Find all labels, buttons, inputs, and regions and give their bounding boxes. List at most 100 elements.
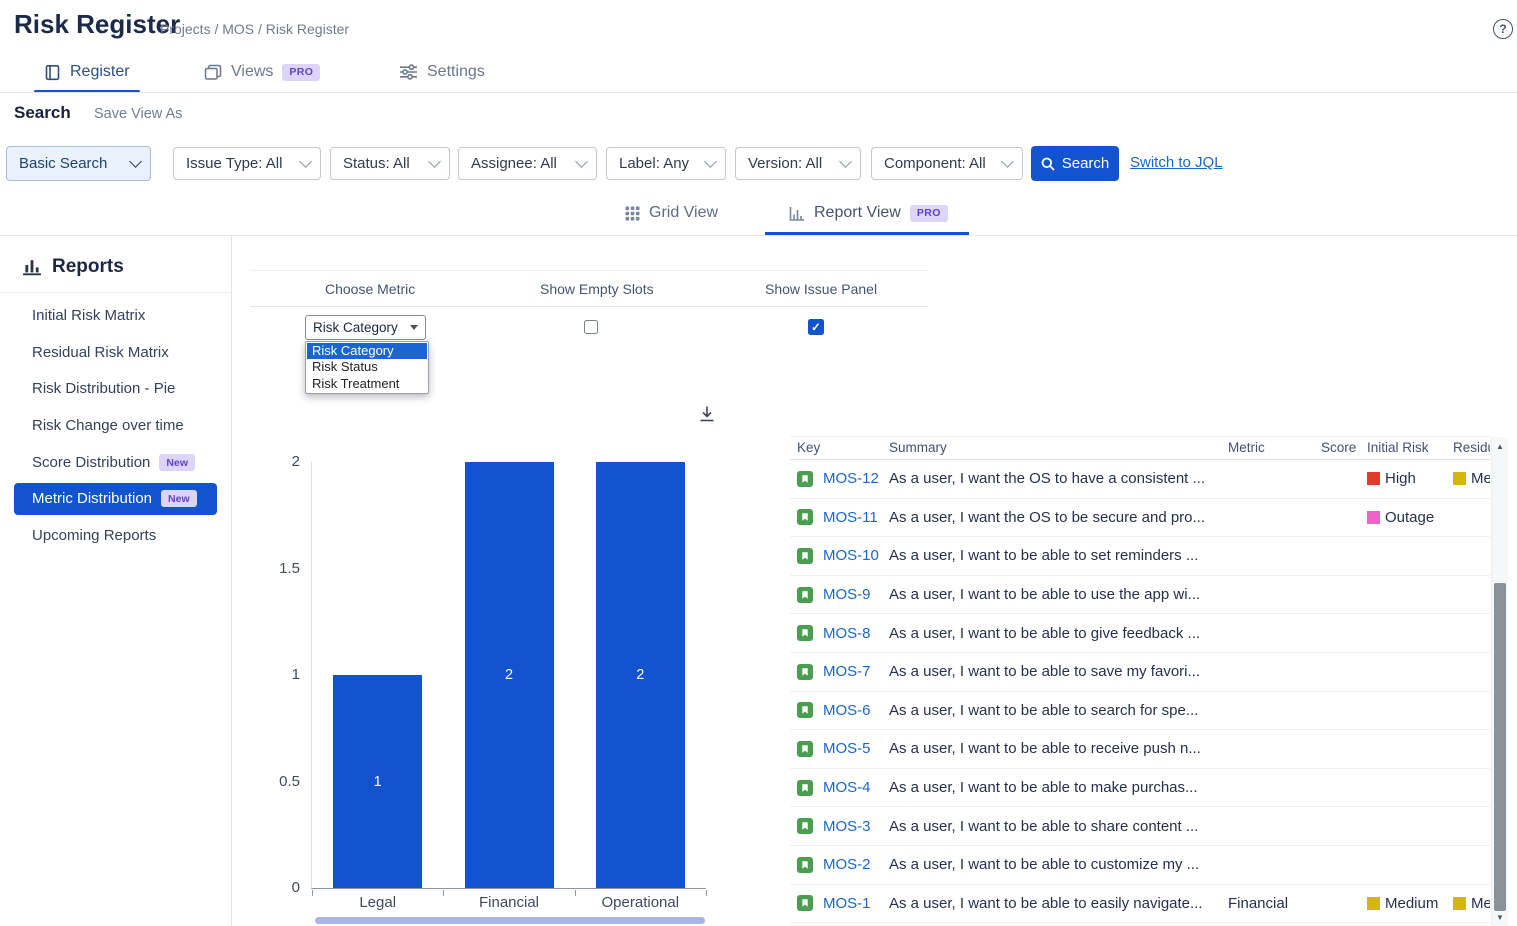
tab-label: Report View [814,204,901,222]
table-row[interactable]: MOS-11As a user, I want the OS to be sec… [790,499,1490,538]
reports-sidebar: Reports Initial Risk Matrix Residual Ris… [0,236,232,926]
issue-key-link[interactable]: MOS-11 [823,509,878,526]
issue-key-link[interactable]: MOS-7 [823,663,871,680]
switch-to-jql-link[interactable]: Switch to JQL [1130,154,1223,171]
filter-assignee[interactable]: Assignee: All [458,147,597,180]
bar-value-label: 2 [505,667,513,683]
controls-top-border [250,270,928,271]
basic-search-dropdown[interactable]: Basic Search [6,146,151,181]
tab-grid-view[interactable]: Grid View [625,195,718,231]
filter-version[interactable]: Version: All [735,147,861,180]
search-section-label: Search [14,103,71,123]
table-row[interactable]: MOS-9As a user, I want to be able to use… [790,576,1490,615]
sidebar-item-residual-risk-matrix[interactable]: Residual Risk Matrix [0,334,231,371]
show-issue-panel-checkbox[interactable] [808,319,824,335]
risk-level-label: High [1385,470,1416,487]
download-chart-button[interactable] [697,404,717,424]
table-row[interactable]: MOS-2 As a user, I want to be able to cus… [790,846,1490,885]
scrollbar-thumb[interactable] [1494,583,1506,911]
sidebar-item-risk-change-over-time[interactable]: Risk Change over time [0,407,231,444]
table-row[interactable]: MOS-1As a user, I want to be able to eas… [790,885,1490,924]
table-row[interactable]: MOS-5 As a user, I want to be able to rec… [790,730,1490,769]
issue-summary: As a user, I want to be able to customiz… [889,846,1224,884]
table-row[interactable]: MOS-3 As a user, I want to be able to sha… [790,807,1490,846]
filter-label-any[interactable]: Label: Any [606,147,726,180]
tab-label: Register [70,63,130,81]
sidebar-item-upcoming-reports[interactable]: Upcoming Reports [0,517,231,554]
option-risk-status[interactable]: Risk Status [307,359,427,375]
settings-sliders-icon [399,64,418,80]
sidebar-item-score-distribution[interactable]: Score DistributionNew [0,444,231,481]
risk-color-square [1367,511,1380,524]
bar-legal: 1 [333,675,422,888]
option-risk-treatment[interactable]: Risk Treatment [307,376,427,392]
issue-summary: As a user, I want to be able to make pur… [889,769,1224,807]
issue-key-link[interactable]: MOS-10 [823,547,879,564]
option-risk-category[interactable]: Risk Category [307,343,427,359]
issue-key-link[interactable]: MOS-6 [823,702,871,719]
metric-select[interactable]: Risk Category [305,315,426,340]
filter-issue-type[interactable]: Issue Type: All [173,147,321,180]
show-empty-slots-checkbox[interactable] [584,320,598,334]
risk-color-square [1453,472,1466,485]
sidebar-item-label: Residual Risk Matrix [32,344,169,361]
key-cell: MOS-11 [797,499,878,537]
issue-summary: As a user, I want to be able to share co… [889,807,1224,845]
sidebar-item-label: Score Distribution [32,454,150,471]
tab-settings[interactable]: Settings [399,54,485,90]
sidebar-item-metric-distribution[interactable]: Metric DistributionNew [14,483,217,515]
story-icon [797,625,813,641]
header-divider [0,92,1517,93]
issue-key-link[interactable]: MOS-5 [823,740,871,757]
issue-key-link[interactable]: MOS-12 [823,470,879,487]
issue-key-link[interactable]: MOS-4 [823,779,871,796]
filter-status[interactable]: Status: All [330,147,450,180]
tab-register[interactable]: Register [44,54,130,90]
x-axis-tick [443,890,444,896]
risk-color-square [1453,897,1466,910]
chart-horizontal-scrollbar[interactable] [315,917,705,924]
metric-select-value: Risk Category [313,320,398,335]
table-vertical-scrollbar[interactable]: ▲ ▼ [1491,437,1508,926]
search-button[interactable]: Search [1031,146,1119,181]
sidebar-item-initial-risk-matrix[interactable]: Initial Risk Matrix [0,297,231,334]
column-header-key: Key [797,437,820,459]
table-row[interactable]: MOS-7As a user, I want to be able to sav… [790,653,1490,692]
help-icon[interactable]: ? [1493,19,1513,39]
issue-key-link[interactable]: MOS-1 [823,895,871,912]
x-axis-label: Legal [312,894,443,911]
issue-key-link[interactable]: MOS-2 [823,856,871,873]
select-arrow-icon [410,325,418,330]
bar-value-label: 1 [374,774,382,790]
issue-rows: MOS-12As a user, I want the OS to have a… [790,460,1490,923]
save-view-as-link[interactable]: Save View As [94,106,182,122]
filter-component[interactable]: Component: All [871,147,1023,180]
chevron-down-icon [1001,155,1014,168]
new-badge: New [161,490,197,507]
pro-badge: PRO [282,64,320,81]
key-cell: MOS-3 [797,807,871,845]
table-row[interactable]: MOS-4 As a user, I want to be able to mak… [790,769,1490,808]
issue-key-link[interactable]: MOS-8 [823,625,871,642]
scroll-down-arrow[interactable]: ▼ [1492,909,1508,925]
table-row[interactable]: MOS-6As a user, I want to be able to sea… [790,692,1490,731]
story-icon [797,780,813,796]
story-icon [797,702,813,718]
breadcrumb[interactable]: Projects / MOS / Risk Register [160,21,349,37]
table-row[interactable]: MOS-8As a user, I want to be able to giv… [790,614,1490,653]
issue-key-link[interactable]: MOS-3 [823,818,871,835]
filter-label: Version: All [748,155,822,172]
table-row[interactable]: MOS-12As a user, I want the OS to have a… [790,460,1490,499]
table-row[interactable]: MOS-10As a user, I want to be able to se… [790,537,1490,576]
story-icon [797,471,813,487]
tab-views[interactable]: Views PRO [204,54,320,90]
issue-summary: As a user, I want to be able to receive … [889,730,1224,768]
key-cell: MOS-12 [797,460,879,498]
tab-label: Views [231,63,273,81]
issue-key-link[interactable]: MOS-9 [823,586,871,603]
table-row[interactable]: MOS-13As a user, I want the OS to run sm… [790,425,1490,437]
story-icon [797,587,813,603]
tab-report-view[interactable]: Report View PRO [789,195,948,231]
scroll-up-arrow[interactable]: ▲ [1492,438,1508,454]
sidebar-item-risk-distribution-pie[interactable]: Risk Distribution - Pie [0,371,231,408]
